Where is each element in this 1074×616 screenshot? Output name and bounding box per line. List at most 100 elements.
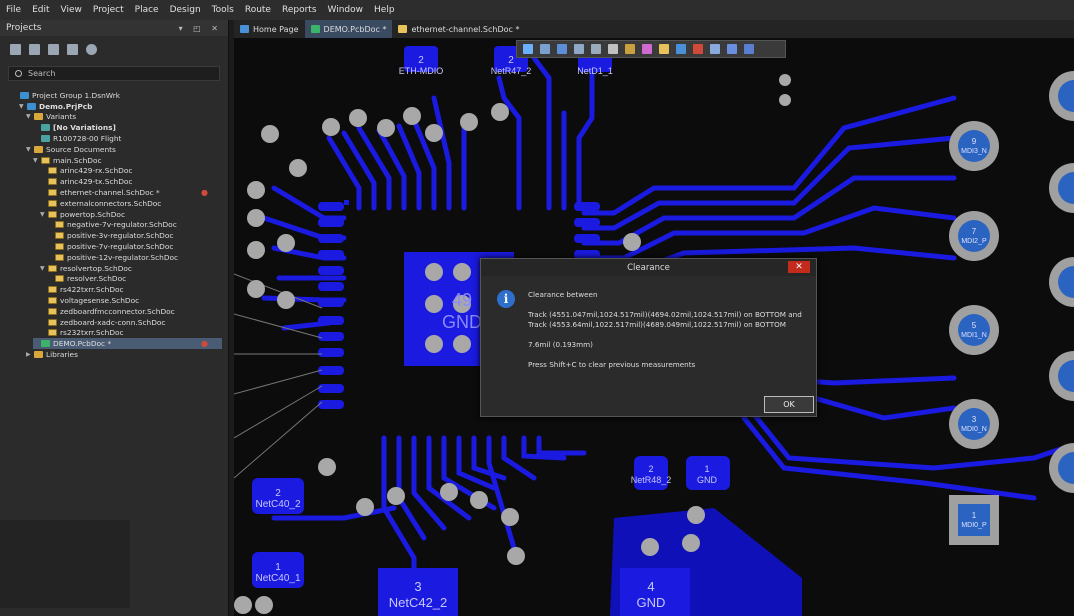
- pad-label-net: NetD1_1: [577, 66, 613, 76]
- dialog-track-1: Track (4551.047mil,1024.517mil)(4694.02m…: [528, 310, 802, 319]
- expand-arrow-icon[interactable]: ▼: [26, 113, 34, 120]
- pad-label-num: 4: [647, 579, 654, 594]
- doc-icon: [55, 275, 64, 283]
- tab-home-page[interactable]: Home Page: [234, 20, 305, 38]
- tree-item-label: R100728-00 Flight: [53, 134, 122, 144]
- menu-place[interactable]: Place: [135, 5, 159, 15]
- select-icon[interactable]: [574, 44, 584, 54]
- tree-item[interactable]: ▼ Source Documents: [26, 144, 222, 155]
- doc-icon: [48, 199, 57, 207]
- tree-item[interactable]: ▼ main.SchDoc: [33, 155, 222, 166]
- tree-item[interactable]: R100728-00 Flight: [33, 133, 222, 144]
- open-folder-icon[interactable]: [48, 43, 59, 55]
- pad-label-num: 5: [972, 321, 977, 330]
- tree-item-label: Project Group 1.DsnWrk: [32, 90, 121, 100]
- tab-demo-pcbdoc[interactable]: DEMO.PcbDoc *: [304, 20, 393, 38]
- tree-item[interactable]: [No Variations]: [33, 122, 222, 133]
- panel-toolbar: [0, 36, 228, 62]
- tree-item[interactable]: ▼ resolvertop.SchDoc: [40, 263, 222, 274]
- filter-icon[interactable]: [523, 44, 533, 54]
- ok-button[interactable]: OK: [764, 396, 814, 413]
- via-icon[interactable]: [659, 44, 669, 54]
- tree-item[interactable]: rs232txrr.SchDoc: [40, 328, 222, 339]
- menu-window[interactable]: Window: [328, 5, 364, 15]
- tree-item[interactable]: positive-3v-regulator.SchDoc: [47, 230, 222, 241]
- tree-item-label: resolver.SchDoc: [67, 274, 127, 284]
- save-icon[interactable]: [10, 43, 21, 55]
- gear-icon[interactable]: [86, 43, 97, 55]
- pad-label-net: MDI3_N: [961, 148, 987, 155]
- close-button[interactable]: ✕: [788, 261, 810, 273]
- keepout-icon[interactable]: [693, 44, 703, 54]
- doc-icon: [48, 210, 57, 218]
- pad-label-net: MDI0_P: [961, 522, 987, 529]
- search-input[interactable]: Search: [8, 66, 220, 81]
- tree-item[interactable]: ▶ Libraries: [26, 349, 222, 360]
- tree-item[interactable]: positive-7v-regulator.SchDoc: [47, 241, 222, 252]
- search-placeholder: Search: [28, 69, 56, 78]
- tree-item[interactable]: resolver.SchDoc: [47, 274, 222, 285]
- tree-item-label: zedboard-xadc-conn.SchDoc: [60, 317, 166, 327]
- menu-reports[interactable]: Reports: [282, 5, 317, 15]
- expand-arrow-icon[interactable]: ▼: [40, 265, 48, 272]
- line-icon[interactable]: [744, 44, 754, 54]
- expand-arrow-icon[interactable]: ▶: [26, 351, 34, 358]
- tree-item[interactable]: positive-12v-regulator.SchDoc: [47, 252, 222, 263]
- component-icon[interactable]: [608, 44, 618, 54]
- menu-project[interactable]: Project: [93, 5, 124, 15]
- tree-item[interactable]: arinc429-tx.SchDoc: [40, 176, 222, 187]
- crosshair-icon[interactable]: [557, 44, 567, 54]
- tree-item[interactable]: zedboardfmcconnector.SchDoc: [40, 306, 222, 317]
- pad-label-num: 2: [648, 464, 653, 474]
- expand-arrow-icon[interactable]: ▼: [40, 211, 48, 218]
- tab-ethernet-channel-schdoc[interactable]: ethernet-channel.SchDoc *: [392, 20, 525, 38]
- search-icon: [15, 70, 22, 77]
- open-project-icon[interactable]: [67, 43, 78, 55]
- qfn-left-pins: [318, 202, 344, 409]
- tree-item[interactable]: zedboard-xadc-conn.SchDoc: [40, 317, 222, 328]
- pad-label-net: NetC40_2: [255, 499, 300, 510]
- tree-item[interactable]: ▼ Variants: [26, 112, 222, 123]
- tree-item[interactable]: voltagesense.SchDoc: [40, 295, 222, 306]
- menu-view[interactable]: View: [61, 5, 82, 15]
- menu-bar: File Edit View Project Place Design Tools Route…: [0, 0, 1074, 20]
- home-icon[interactable]: [29, 43, 40, 55]
- menu-design[interactable]: Design: [170, 5, 201, 15]
- dialog-heading: Clearance between: [528, 290, 598, 299]
- doc-icon: [48, 286, 57, 294]
- pad-label-num: 1: [704, 464, 709, 474]
- menu-edit[interactable]: Edit: [32, 5, 49, 15]
- tree-item[interactable]: ▼ powertop.SchDoc: [40, 209, 222, 220]
- tree-item[interactable]: DEMO.PcbDoc * ●: [33, 338, 222, 350]
- connector-pads: [949, 71, 1074, 545]
- text-icon[interactable]: [727, 44, 737, 54]
- dimension-icon[interactable]: [710, 44, 720, 54]
- move-icon[interactable]: [591, 44, 601, 54]
- pad-label-net: MDI0_N: [961, 426, 987, 433]
- panel-controls[interactable]: ▾ ◰ ✕: [179, 24, 222, 33]
- route-icon[interactable]: [540, 44, 550, 54]
- pad-label-net: GND: [637, 595, 666, 610]
- tree-item[interactable]: Project Group 1.DsnWrk: [12, 90, 222, 101]
- tree-item[interactable]: ▼ Demo.PrjPcb: [19, 101, 222, 112]
- tree-item[interactable]: externalconnectors.SchDoc: [40, 198, 222, 209]
- menu-help[interactable]: Help: [374, 5, 395, 15]
- menu-tools[interactable]: Tools: [212, 5, 234, 15]
- doc-icon: [48, 264, 57, 272]
- menu-route[interactable]: Route: [245, 5, 271, 15]
- tree-item[interactable]: arinc429-rx.SchDoc: [40, 166, 222, 177]
- expand-arrow-icon[interactable]: ▼: [19, 103, 27, 110]
- interactive-route-icon[interactable]: [625, 44, 635, 54]
- tree-item[interactable]: negative-7v-regulator.SchDoc: [47, 220, 222, 231]
- tree-item[interactable]: rs422txrr.SchDoc: [40, 284, 222, 295]
- expand-arrow-icon[interactable]: ▼: [26, 146, 34, 153]
- pad-label-num: 3: [972, 415, 977, 424]
- tree-item[interactable]: ethernet-channel.SchDoc * ●: [40, 187, 222, 198]
- tab-label: Home Page: [253, 24, 299, 34]
- document-icon: [240, 25, 249, 33]
- menu-file[interactable]: File: [6, 5, 21, 15]
- doc-icon: [48, 178, 57, 186]
- diff-pair-icon[interactable]: [642, 44, 652, 54]
- expand-arrow-icon[interactable]: ▼: [33, 157, 41, 164]
- fill-icon[interactable]: [676, 44, 686, 54]
